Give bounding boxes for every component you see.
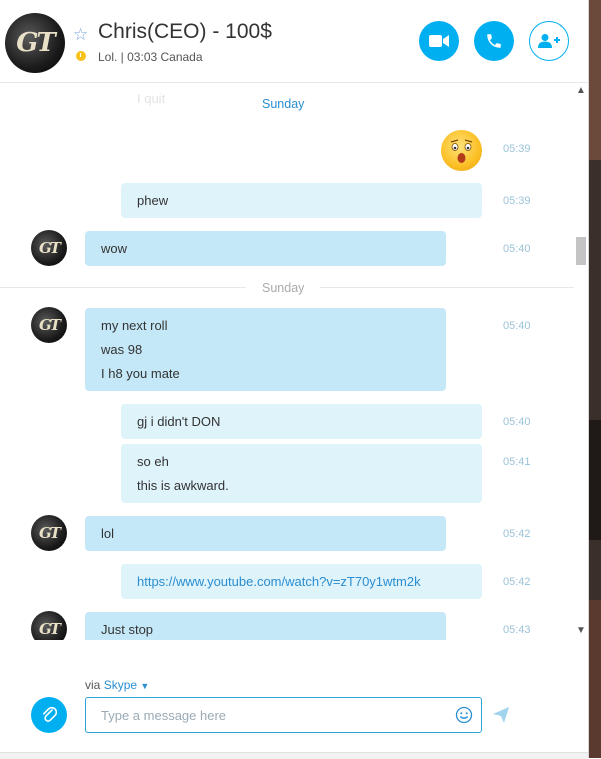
message-bubble-received[interactable]: Just stop bbox=[85, 612, 446, 640]
message-timestamp: 05:40 bbox=[503, 416, 531, 428]
message-text: phew bbox=[137, 193, 169, 208]
message-bubble-received[interactable]: wow bbox=[85, 231, 446, 266]
avatar-initials: GT bbox=[16, 28, 56, 58]
star-icon[interactable]: ☆ bbox=[73, 25, 88, 45]
chevron-down-icon[interactable]: ▼ bbox=[574, 625, 588, 637]
messaging-service-selector[interactable]: via Skype ▼ bbox=[85, 678, 149, 692]
message-timestamp: 05:39 bbox=[503, 143, 531, 155]
message-bubble-received[interactable]: my next roll was 98 I h8 you mate bbox=[85, 308, 446, 391]
message-timestamp: 05:41 bbox=[503, 456, 531, 468]
chevron-down-icon[interactable]: ▼ bbox=[140, 681, 149, 691]
message-link[interactable]: https://www.youtube.com/watch?v=zT70y1wt… bbox=[137, 574, 421, 589]
message-timestamp: 05:40 bbox=[503, 243, 531, 255]
skype-conversation-window: GT ☆ Chris(CEO) - 100$ Lol. | 03:03 Cana… bbox=[0, 0, 589, 759]
service-name[interactable]: Skype bbox=[104, 678, 137, 692]
contact-avatar[interactable]: GT bbox=[31, 230, 67, 266]
avatar-initials: GT bbox=[39, 524, 61, 542]
message-bubble-sent[interactable]: https://www.youtube.com/watch?v=zT70y1wt… bbox=[121, 564, 482, 599]
day-separator-label: Sunday bbox=[262, 97, 305, 111]
video-call-button[interactable] bbox=[419, 21, 459, 61]
message-text: was 98 bbox=[101, 342, 143, 357]
message-history[interactable]: I quit Sunday 05:39 phew 05:39 GT wow 05… bbox=[0, 83, 574, 640]
message-bubble-sent[interactable]: gj i didn't DON bbox=[121, 404, 482, 439]
surprised-emoticon bbox=[441, 130, 482, 171]
scrollbar-thumb[interactable] bbox=[576, 237, 586, 265]
message-text: my next roll bbox=[101, 318, 168, 333]
message-timestamp: 05:42 bbox=[503, 528, 531, 540]
message-timestamp: 05:40 bbox=[503, 320, 531, 332]
audio-call-button[interactable] bbox=[474, 21, 514, 61]
smiley-icon[interactable] bbox=[455, 706, 473, 724]
add-people-button[interactable] bbox=[529, 21, 569, 61]
video-camera-icon bbox=[429, 35, 449, 47]
message-input-box[interactable] bbox=[85, 697, 482, 733]
message-text: I h8 you mate bbox=[101, 366, 180, 381]
via-label: via bbox=[85, 678, 101, 692]
avatar-initials: GT bbox=[39, 239, 61, 257]
phone-icon bbox=[487, 34, 501, 48]
message-text: this is awkward. bbox=[137, 478, 229, 493]
faded-previous-message: I quit bbox=[137, 91, 166, 106]
attach-button[interactable] bbox=[31, 697, 67, 733]
message-text: wow bbox=[101, 241, 128, 256]
send-arrow-icon[interactable] bbox=[492, 706, 510, 724]
chat-scrollbar[interactable]: ▲ ▼ bbox=[574, 83, 588, 640]
chevron-up-icon[interactable]: ▲ bbox=[574, 85, 588, 97]
message-input[interactable] bbox=[86, 698, 476, 732]
contact-name[interactable]: Chris(CEO) - 100$ bbox=[98, 20, 272, 44]
add-person-icon bbox=[538, 34, 560, 48]
desktop-background-edge bbox=[589, 0, 601, 758]
day-separator-label: Sunday bbox=[246, 281, 321, 295]
away-status-icon bbox=[76, 51, 86, 61]
conversation-header: GT ☆ Chris(CEO) - 100$ Lol. | 03:03 Cana… bbox=[0, 0, 588, 83]
contact-avatar[interactable]: GT bbox=[31, 515, 67, 551]
message-text: gj i didn't DON bbox=[137, 414, 221, 429]
contact-avatar[interactable]: GT bbox=[31, 611, 67, 640]
paperclip-icon bbox=[43, 706, 57, 722]
message-bubble-sent[interactable]: so eh this is awkward. bbox=[121, 444, 482, 503]
contact-mood-message: Lol. | 03:03 Canada bbox=[98, 50, 203, 64]
message-timestamp: 05:43 bbox=[503, 624, 531, 636]
message-bubble-received[interactable]: lol bbox=[85, 516, 446, 551]
message-text: so eh bbox=[137, 454, 169, 469]
contact-avatar[interactable]: GT bbox=[5, 13, 65, 73]
message-text: lol bbox=[101, 526, 115, 541]
message-timestamp: 05:42 bbox=[503, 576, 531, 588]
avatar-initials: GT bbox=[39, 316, 61, 334]
contact-avatar[interactable]: GT bbox=[31, 307, 67, 343]
message-text: Just stop bbox=[101, 622, 154, 637]
avatar-initials: GT bbox=[39, 620, 61, 638]
message-timestamp: 05:39 bbox=[503, 195, 531, 207]
message-bubble-sent[interactable]: phew bbox=[121, 183, 482, 218]
